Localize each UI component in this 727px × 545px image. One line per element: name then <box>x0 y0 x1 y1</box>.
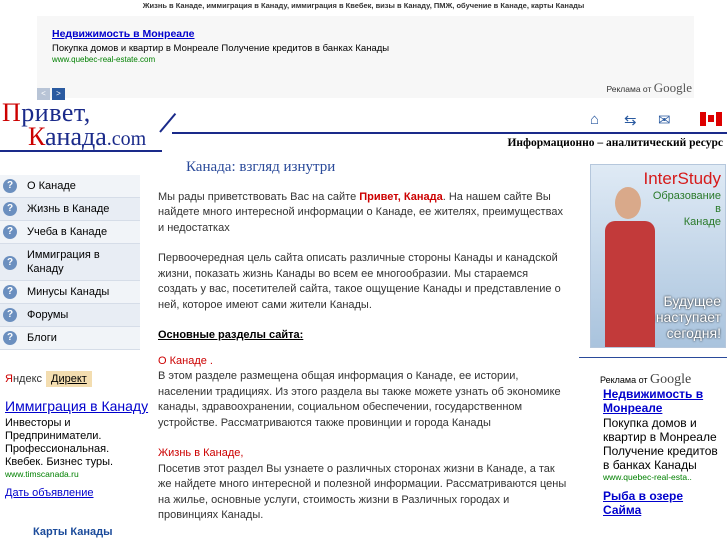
sidebar-item-label: Жизнь в Канаде <box>27 203 110 215</box>
sidebar-item-label: Иммиграция в Канаду <box>27 249 100 275</box>
interstudy-banner[interactable]: InterStudy Образование в Канаде Будущее нас… <box>590 164 726 348</box>
right-ad-2-title-line2: Сайма <box>603 503 642 517</box>
mail-icon[interactable]: ✉ <box>658 111 671 129</box>
yandex-ad: Иммиграция в Канаду Инвесторы и Предприн… <box>5 398 150 499</box>
yandex-direct-header: Яндекс Директ <box>5 371 92 387</box>
sidebar-item-blogs[interactable]: ? Блоги <box>0 327 140 350</box>
right-ads-prefix: Реклама от <box>600 375 648 385</box>
header-rule-slant <box>159 112 177 133</box>
right-ad-2-title[interactable]: Рыба в озере Сайма <box>603 489 725 517</box>
sidebar-item-label: Блоги <box>27 332 57 344</box>
question-icon: ? <box>3 285 17 299</box>
sidebar-item-label: Минусы Канады <box>27 286 110 298</box>
question-icon: ? <box>3 308 17 322</box>
logo-line-2[interactable]: Канада.com <box>28 122 146 152</box>
right-ad-url[interactable]: www.quebec-real-esta.. <box>603 472 725 482</box>
banner-brand: InterStudy <box>643 169 722 188</box>
google-logo: Google <box>653 80 692 95</box>
sections-heading: Основные разделы сайта: <box>158 329 304 341</box>
logo-domain: .com <box>106 128 147 150</box>
section-life-text: Посетив этот раздел Вы узнаете о различн… <box>158 462 567 522</box>
post-ad-link[interactable]: Дать объявление <box>5 487 150 499</box>
tagline: Информационно – аналитический ресурс <box>507 137 723 149</box>
banner-slogan-3: сегодня! <box>666 325 721 341</box>
banner-sub1: Образование <box>652 190 721 202</box>
page-title: Канада: взгляд изнутри <box>186 159 336 175</box>
ads-by-google[interactable]: Реклама от Google <box>606 80 692 96</box>
banner-sub3: Канаде <box>683 216 721 228</box>
question-icon: ? <box>3 202 17 216</box>
header-rule <box>0 150 162 152</box>
yandex-direct-link[interactable]: Директ <box>46 371 92 387</box>
yandex-ad-url[interactable]: www.timscanada.ru <box>5 469 150 479</box>
logo-letter: К <box>28 122 45 151</box>
question-icon: ? <box>3 225 17 239</box>
right-divider <box>579 357 727 358</box>
sidebar-item-label: Форумы <box>27 309 69 321</box>
sidebar-item-forums[interactable]: ? Форумы <box>0 304 140 327</box>
section-life-title[interactable]: Жизнь в Канаде, <box>158 446 568 462</box>
top-keywords: Жизнь в Канаде, иммиграция в Канаду, имм… <box>142 1 585 10</box>
sidebar-item-about-canada[interactable]: ? О Канаде <box>0 175 140 198</box>
yandex-logo-text: ндекс <box>12 373 42 385</box>
main-content: Канада: взгляд изнутри Мы рады приветств… <box>158 159 568 539</box>
ads-by-google-prefix: Реклама от <box>606 84 652 94</box>
yandex-ad-desc: Инвесторы и Предприниматели. Профессиона… <box>5 417 114 468</box>
sidebar-item-minuses[interactable]: ? Минусы Канады <box>0 281 140 304</box>
right-ad-title[interactable]: Недвижимость в Монреале <box>603 387 725 415</box>
banner-subtitle: Образование в Канаде <box>653 190 721 229</box>
sitemap-icon[interactable]: ⇆ <box>624 111 637 129</box>
home-icon[interactable]: ⌂ <box>590 111 599 128</box>
right-ad-2-title-line1: Рыба в озере <box>603 489 684 503</box>
top-ad-title[interactable]: Недвижимость в Монреале <box>52 28 195 40</box>
intro-paragraph: Мы рады приветствовать Вас на сайте Прив… <box>158 190 568 237</box>
section-about-title[interactable]: О Канаде . <box>158 354 568 370</box>
header-rule-top <box>172 132 727 134</box>
sidebar-item-life[interactable]: ? Жизнь в Канаде <box>0 198 140 221</box>
question-icon: ? <box>3 179 17 193</box>
sidebar-item-label: О Канаде <box>27 180 76 192</box>
logo-text: анада <box>45 122 107 151</box>
banner-slogan-2: наступает <box>655 309 721 325</box>
google-logo: Google <box>650 372 692 387</box>
banner-slogan: Будущее наступает сегодня! <box>656 293 721 341</box>
banner-slogan-1: Будущее <box>663 293 721 309</box>
yandex-ad-title[interactable]: Иммиграция в Канаду <box>5 398 150 414</box>
site-name-1: Привет, <box>359 190 401 203</box>
question-icon: ? <box>3 256 17 270</box>
section-about-text: В этом разделе размещена общая информаци… <box>158 370 561 429</box>
site-name-2: Канада <box>403 190 443 203</box>
sidebar-item-immigration[interactable]: ? Иммиграция в Канаду <box>0 244 140 281</box>
top-ad-block: Недвижимость в Монреале Покупка домов и … <box>37 16 694 100</box>
logo-letter: П <box>2 98 22 127</box>
yandex-logo-letter: Я <box>5 373 13 385</box>
goal-paragraph: Первоочередная цель сайта описать различ… <box>158 252 561 311</box>
right-ads-by-google[interactable]: Реклама от Google <box>600 372 691 388</box>
sidebar-menu: ? О Канаде ? Жизнь в Канаде ? Учеба в Канад… <box>0 175 140 350</box>
top-ad-desc: Покупка домов и квартир в Монреале Получ… <box>52 43 390 54</box>
sidebar-item-study[interactable]: ? Учеба в Канаде <box>0 221 140 244</box>
intro-text: Мы рады приветствовать Вас на сайте <box>158 190 357 203</box>
sidebar-item-label: Учеба в Канаде <box>27 226 108 238</box>
student-image <box>605 187 655 347</box>
top-ad-url[interactable]: www.quebec-real-estate.com <box>52 55 155 64</box>
question-icon: ? <box>3 331 17 345</box>
right-ad-desc: Покупка домов и квартир в Монреале Получ… <box>603 416 718 472</box>
maps-link[interactable]: Карты Канады <box>33 526 112 538</box>
banner-sub2: в <box>715 203 721 215</box>
right-ad: Недвижимость в Монреале Покупка домов и … <box>603 387 725 517</box>
canada-flag-icon[interactable] <box>700 112 722 126</box>
